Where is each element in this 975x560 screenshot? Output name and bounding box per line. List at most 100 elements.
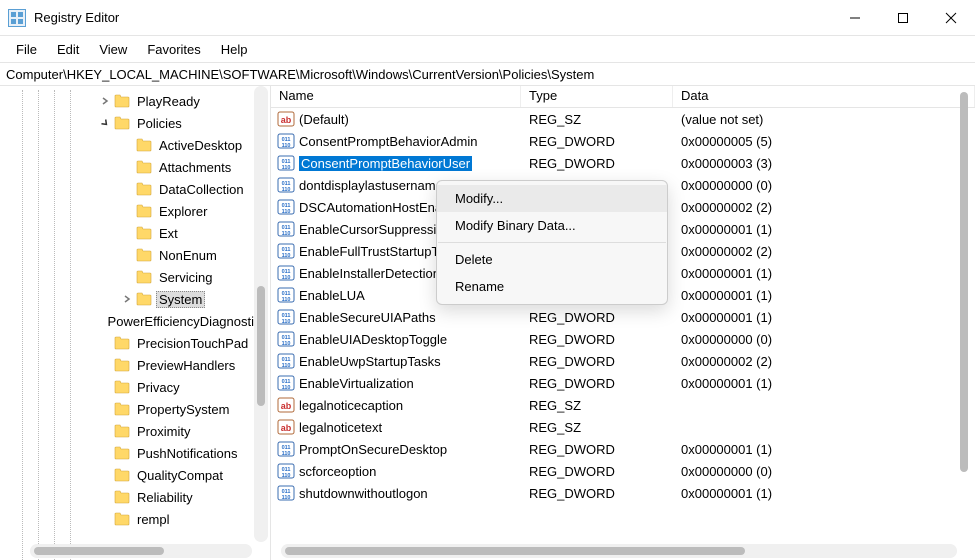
tree-hscroll[interactable] bbox=[30, 544, 252, 558]
value-name: shutdownwithoutlogon bbox=[299, 486, 521, 501]
chevron-icon[interactable] bbox=[120, 204, 134, 218]
value-type: REG_DWORD bbox=[521, 442, 673, 457]
value-row[interactable]: ablegalnoticetextREG_SZ bbox=[271, 416, 975, 438]
menu-file[interactable]: File bbox=[6, 39, 47, 60]
tree-item[interactable]: Attachments bbox=[4, 156, 270, 178]
chevron-icon[interactable] bbox=[98, 358, 112, 372]
chevron-icon[interactable] bbox=[98, 94, 112, 108]
value-name: legalnoticetext bbox=[299, 420, 521, 435]
tree-item[interactable]: Explorer bbox=[4, 200, 270, 222]
value-row[interactable]: 011110ConsentPromptBehaviorUserREG_DWORD… bbox=[271, 152, 975, 174]
close-button[interactable] bbox=[927, 0, 975, 35]
tree-item[interactable]: rempl bbox=[4, 508, 270, 530]
chevron-icon[interactable] bbox=[120, 138, 134, 152]
svg-text:ab: ab bbox=[281, 401, 292, 411]
menu-view[interactable]: View bbox=[89, 39, 137, 60]
tree-item[interactable]: PrecisionTouchPad bbox=[4, 332, 270, 354]
value-row[interactable]: 011110EnableVirtualizationREG_DWORD0x000… bbox=[271, 372, 975, 394]
value-row[interactable]: ab(Default)REG_SZ(value not set) bbox=[271, 108, 975, 130]
chevron-icon[interactable] bbox=[98, 380, 112, 394]
menu-favorites[interactable]: Favorites bbox=[137, 39, 210, 60]
tree-item[interactable]: PowerEfficiencyDiagnostics bbox=[4, 310, 270, 332]
svg-text:110: 110 bbox=[282, 385, 291, 391]
folder-icon bbox=[114, 468, 130, 482]
tree-item[interactable]: Reliability bbox=[4, 486, 270, 508]
tree-item-label: PushNotifications bbox=[134, 445, 240, 462]
tree-item[interactable]: QualityCompat bbox=[4, 464, 270, 486]
minimize-button[interactable] bbox=[831, 0, 879, 35]
value-row[interactable]: 011110EnableSecureUIAPathsREG_DWORD0x000… bbox=[271, 306, 975, 328]
value-row[interactable]: 011110PromptOnSecureDesktopREG_DWORD0x00… bbox=[271, 438, 975, 460]
dword-icon: 011110 bbox=[277, 375, 295, 391]
chevron-icon[interactable] bbox=[120, 182, 134, 196]
menu-help[interactable]: Help bbox=[211, 39, 258, 60]
value-row[interactable]: ablegalnoticecaptionREG_SZ bbox=[271, 394, 975, 416]
tree-item[interactable]: ActiveDesktop bbox=[4, 134, 270, 156]
tree-item[interactable]: PlayReady bbox=[4, 90, 270, 112]
chevron-icon[interactable] bbox=[98, 446, 112, 460]
string-icon: ab bbox=[277, 397, 295, 413]
value-type: REG_DWORD bbox=[521, 310, 673, 325]
value-data: 0x00000002 (2) bbox=[673, 200, 975, 215]
tree-item-label: PrecisionTouchPad bbox=[134, 335, 251, 352]
folder-icon bbox=[114, 380, 130, 394]
value-row[interactable]: 011110EnableUwpStartupTasksREG_DWORD0x00… bbox=[271, 350, 975, 372]
tree-item[interactable]: Ext bbox=[4, 222, 270, 244]
context-menu: Modify...Modify Binary Data... DeleteRena… bbox=[436, 180, 668, 305]
menu-edit[interactable]: Edit bbox=[47, 39, 89, 60]
chevron-icon[interactable] bbox=[98, 424, 112, 438]
dword-icon: 011110 bbox=[277, 485, 295, 501]
tree-item[interactable]: Servicing bbox=[4, 266, 270, 288]
value-type: REG_SZ bbox=[521, 398, 673, 413]
value-row[interactable]: 011110ConsentPromptBehaviorAdminREG_DWOR… bbox=[271, 130, 975, 152]
column-data[interactable]: Data bbox=[673, 86, 975, 107]
tree-item[interactable]: Policies bbox=[4, 112, 270, 134]
value-name: (Default) bbox=[299, 112, 521, 127]
chevron-icon[interactable] bbox=[120, 226, 134, 240]
tree-item-label: PlayReady bbox=[134, 93, 203, 110]
chevron-icon[interactable] bbox=[120, 160, 134, 174]
chevron-icon[interactable] bbox=[98, 468, 112, 482]
list-hscroll[interactable] bbox=[281, 544, 957, 558]
chevron-icon[interactable] bbox=[120, 270, 134, 284]
tree-item[interactable]: NonEnum bbox=[4, 244, 270, 266]
value-data: 0x00000001 (1) bbox=[673, 222, 975, 237]
chevron-icon[interactable] bbox=[120, 248, 134, 262]
tree-item-label: QualityCompat bbox=[134, 467, 226, 484]
context-menu-item[interactable]: Modify... bbox=[437, 185, 667, 212]
context-menu-item[interactable]: Rename bbox=[437, 273, 667, 300]
column-type[interactable]: Type bbox=[521, 86, 673, 107]
tree-item[interactable]: PreviewHandlers bbox=[4, 354, 270, 376]
address-bar[interactable]: Computer\HKEY_LOCAL_MACHINE\SOFTWARE\Mic… bbox=[0, 62, 975, 86]
value-row[interactable]: 011110scforceoptionREG_DWORD0x00000000 (… bbox=[271, 460, 975, 482]
maximize-button[interactable] bbox=[879, 0, 927, 35]
folder-icon bbox=[114, 94, 130, 108]
tree-vscroll[interactable] bbox=[254, 86, 268, 542]
folder-icon bbox=[114, 116, 130, 130]
chevron-icon[interactable] bbox=[98, 116, 112, 130]
svg-text:110: 110 bbox=[282, 253, 291, 259]
column-name[interactable]: Name bbox=[271, 86, 521, 107]
tree-item[interactable]: Proximity bbox=[4, 420, 270, 442]
tree-item[interactable]: PropertySystem bbox=[4, 398, 270, 420]
value-type: REG_DWORD bbox=[521, 156, 673, 171]
tree-item[interactable]: DataCollection bbox=[4, 178, 270, 200]
context-menu-item[interactable]: Delete bbox=[437, 246, 667, 273]
svg-text:110: 110 bbox=[282, 363, 291, 369]
tree-item[interactable]: Privacy bbox=[4, 376, 270, 398]
chevron-icon[interactable] bbox=[120, 292, 134, 306]
context-menu-item[interactable]: Modify Binary Data... bbox=[437, 212, 667, 239]
chevron-icon[interactable] bbox=[98, 512, 112, 526]
value-row[interactable]: 011110EnableUIADesktopToggleREG_DWORD0x0… bbox=[271, 328, 975, 350]
value-data: 0x00000003 (3) bbox=[673, 156, 975, 171]
chevron-icon[interactable] bbox=[98, 490, 112, 504]
tree-item[interactable]: System bbox=[4, 288, 270, 310]
tree-item[interactable]: PushNotifications bbox=[4, 442, 270, 464]
dword-icon: 011110 bbox=[277, 331, 295, 347]
tree-item-label: PropertySystem bbox=[134, 401, 232, 418]
list-vscroll[interactable] bbox=[957, 92, 971, 530]
value-row[interactable]: 011110shutdownwithoutlogonREG_DWORD0x000… bbox=[271, 482, 975, 504]
chevron-icon[interactable] bbox=[98, 336, 112, 350]
chevron-icon[interactable] bbox=[98, 402, 112, 416]
tree-item-label: Attachments bbox=[156, 159, 234, 176]
